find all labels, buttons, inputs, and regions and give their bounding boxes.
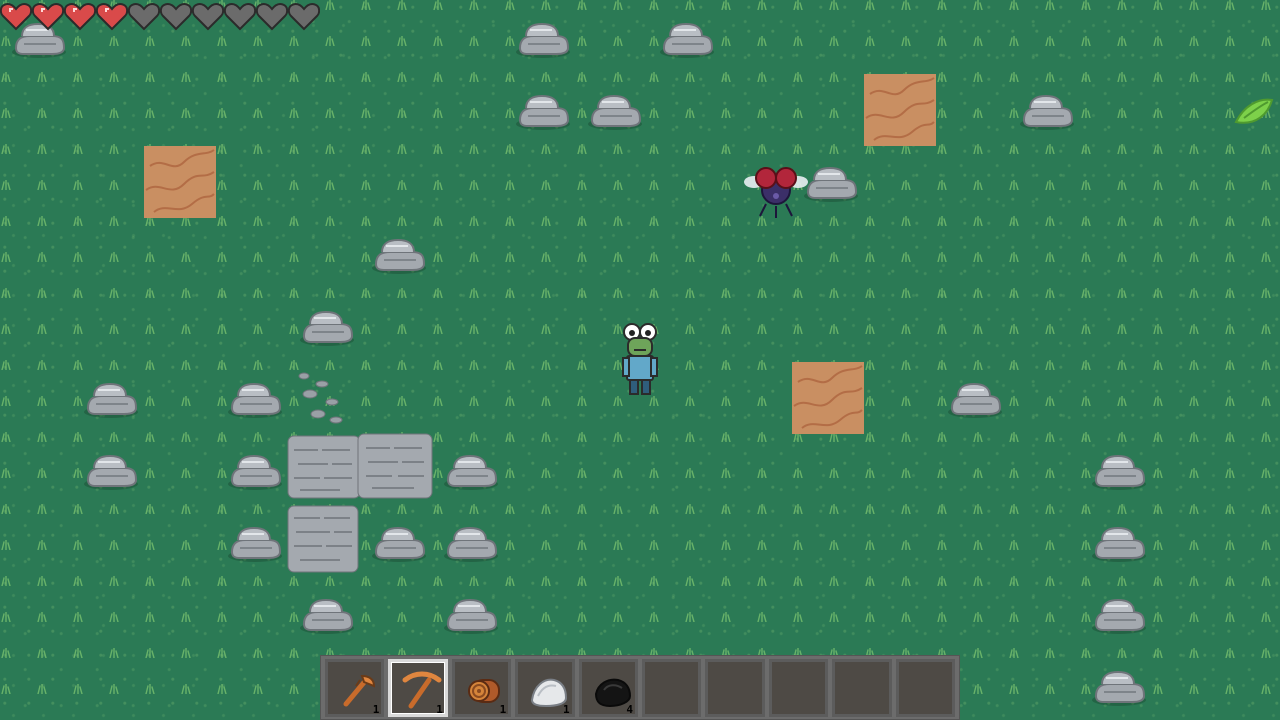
hotbar: 1 1 1 1 4 <box>320 655 960 720</box>
heart-empty-icon <box>128 0 160 32</box>
hotbar-slot-5[interactable]: 4 <box>578 658 639 717</box>
player-character[interactable] <box>620 322 660 398</box>
hotbar-slot-6[interactable] <box>642 658 702 717</box>
item-count: 1 <box>563 702 570 716</box>
rock[interactable] <box>802 162 860 206</box>
rubble-field[interactable] <box>282 366 438 578</box>
rock[interactable] <box>226 522 284 566</box>
rock[interactable] <box>298 594 356 638</box>
hotbar-slot-10[interactable] <box>895 658 956 717</box>
item-count: 1 <box>372 702 380 716</box>
hotbar-slot-3[interactable]: 1 <box>451 658 512 717</box>
heart-empty-icon <box>192 0 224 32</box>
item-count: 4 <box>626 702 634 716</box>
hotbar-slot-4[interactable]: 1 <box>515 658 575 717</box>
rock[interactable] <box>298 306 356 350</box>
heart-full-icon <box>0 0 32 32</box>
rock[interactable] <box>370 234 428 278</box>
hotbar-slot-1[interactable]: 1 <box>325 658 385 717</box>
rock[interactable] <box>946 378 1004 422</box>
rock[interactable] <box>1090 594 1148 638</box>
rock[interactable] <box>442 522 500 566</box>
dirt-tile[interactable] <box>792 362 864 434</box>
rock[interactable] <box>226 450 284 494</box>
rock[interactable] <box>226 378 284 422</box>
rock[interactable] <box>658 18 716 62</box>
fly-enemy[interactable] <box>744 160 808 220</box>
health-bar <box>0 0 320 32</box>
rock[interactable] <box>82 378 140 422</box>
rock[interactable] <box>586 90 644 134</box>
rock[interactable] <box>442 450 500 494</box>
hotbar-slot-8[interactable] <box>768 658 829 717</box>
hotbar-slot-7[interactable] <box>705 658 765 717</box>
heart-full-icon <box>96 0 128 32</box>
hotbar-slot-9[interactable] <box>832 658 892 717</box>
rock[interactable] <box>1090 450 1148 494</box>
rock[interactable] <box>1090 666 1148 710</box>
dirt-tile[interactable] <box>144 146 216 218</box>
dirt-tile[interactable] <box>864 74 936 146</box>
heart-empty-icon <box>224 0 256 32</box>
item-count: 1 <box>499 702 507 716</box>
heart-full-icon <box>64 0 96 32</box>
leaf-item[interactable] <box>1234 96 1274 128</box>
rock[interactable] <box>1090 522 1148 566</box>
rock[interactable] <box>1018 90 1076 134</box>
heart-full-icon <box>32 0 64 32</box>
heart-empty-icon <box>256 0 288 32</box>
rock[interactable] <box>442 594 500 638</box>
item-count: 1 <box>436 702 443 716</box>
heart-empty-icon <box>288 0 320 32</box>
rock[interactable] <box>514 18 572 62</box>
hotbar-slot-2[interactable]: 1 <box>388 658 448 717</box>
rock[interactable] <box>82 450 140 494</box>
game-world[interactable] <box>0 0 1280 720</box>
heart-empty-icon <box>160 0 192 32</box>
rock[interactable] <box>514 90 572 134</box>
